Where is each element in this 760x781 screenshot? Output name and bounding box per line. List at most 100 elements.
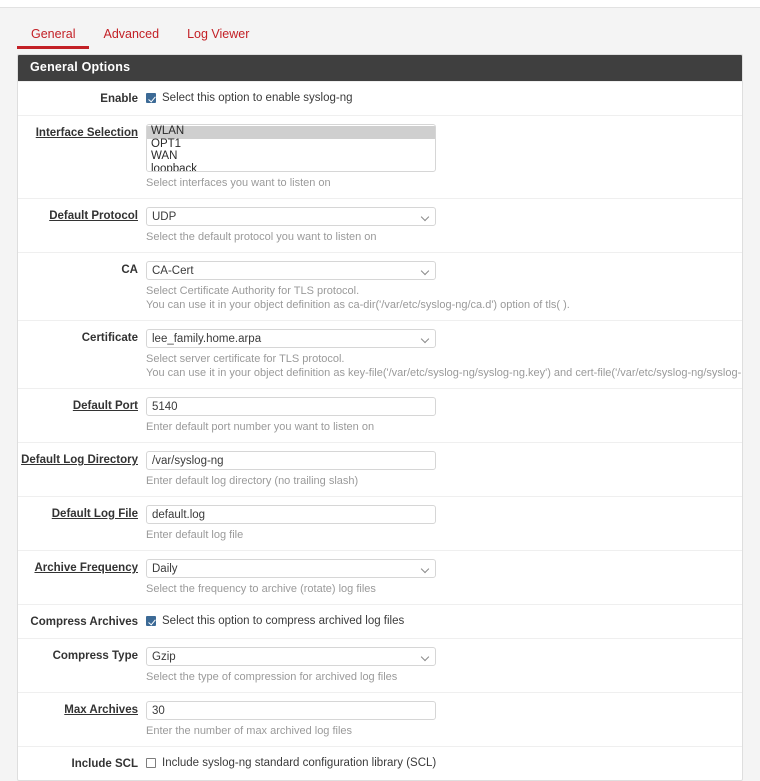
row-ca: CA CA-Cert Select Certificate Authority … (18, 252, 742, 320)
tab-log-viewer[interactable]: Log Viewer (173, 22, 263, 49)
control-default-log-file: Enter default log file (146, 505, 742, 542)
row-archive-frequency: Archive Frequency Daily Select the frequ… (18, 550, 742, 604)
tab-log-viewer-label: Log Viewer (187, 27, 250, 41)
compress-type-select[interactable]: Gzip (146, 647, 436, 666)
control-interface-selection: WLAN OPT1 WAN loopback Select interfaces… (146, 124, 742, 190)
label-default-log-directory-text: Default Log Directory (21, 454, 138, 466)
ca-select[interactable]: CA-Cert (146, 261, 436, 280)
default-log-directory-input[interactable] (146, 451, 436, 470)
compress-archives-checkbox[interactable] (146, 616, 156, 626)
control-include-scl: Include syslog-ng standard configuration… (146, 755, 742, 772)
label-default-protocol-text: Default Protocol (49, 210, 138, 222)
archive-frequency-select[interactable]: Daily (146, 559, 436, 578)
help-default-log-directory: Enter default log directory (no trailing… (146, 475, 359, 487)
default-protocol-select[interactable]: UDP (146, 207, 436, 226)
label-archive-frequency-text: Archive Frequency (34, 562, 138, 574)
label-interface-selection: Interface Selection (18, 124, 146, 190)
label-include-scl-text: Include SCL (71, 758, 138, 770)
row-compress-archives: Compress Archives Select this option to … (18, 604, 742, 638)
compress-archives-checkbox-label: Select this option to compress archived … (162, 615, 405, 627)
interface-selection-listbox[interactable]: WLAN OPT1 WAN loopback (146, 124, 436, 172)
list-item-wan[interactable]: WAN (147, 150, 435, 164)
chevron-down-icon (422, 654, 429, 661)
tab-bar: General Advanced Log Viewer (0, 9, 760, 49)
row-default-log-directory: Default Log Directory Enter default log … (18, 442, 742, 496)
list-item-loopback[interactable]: loopback (147, 163, 435, 171)
enable-checkbox[interactable] (146, 93, 156, 103)
compress-type-value: Gzip (152, 651, 176, 663)
list-item-opt1[interactable]: OPT1 (147, 138, 435, 152)
help-interface-selection: Select interfaces you want to listen on (146, 177, 331, 189)
help-default-protocol: Select the default protocol you want to … (146, 231, 377, 243)
label-certificate: Certificate (18, 329, 146, 380)
help-max-archives: Enter the number of max archived log fil… (146, 725, 353, 737)
row-interface-selection: Interface Selection WLAN OPT1 WAN loopba… (18, 115, 742, 198)
row-certificate: Certificate lee_family.home.arpa Select … (18, 320, 742, 388)
chevron-down-icon (422, 268, 429, 275)
row-max-archives: Max Archives Enter the number of max arc… (18, 692, 742, 746)
help-certificate-line1: Select server certificate for TLS protoc… (146, 353, 345, 365)
certificate-select[interactable]: lee_family.home.arpa (146, 329, 436, 348)
help-default-log-file: Enter default log file (146, 529, 244, 541)
row-default-protocol: Default Protocol UDP Select the default … (18, 198, 742, 252)
control-max-archives: Enter the number of max archived log fil… (146, 701, 742, 738)
enable-checkbox-label: Select this option to enable syslog-ng (162, 92, 353, 104)
include-scl-checkbox[interactable] (146, 758, 156, 768)
default-log-file-input[interactable] (146, 505, 436, 524)
label-compress-type-text: Compress Type (52, 650, 138, 662)
ca-value: CA-Cert (152, 265, 194, 277)
label-compress-archives: Compress Archives (18, 613, 146, 630)
help-compress-type: Select the type of compression for archi… (146, 671, 398, 683)
control-compress-archives: Select this option to compress archived … (146, 613, 742, 630)
control-enable: Select this option to enable syslog-ng (146, 90, 742, 107)
label-default-log-directory: Default Log Directory (18, 451, 146, 488)
help-archive-frequency: Select the frequency to archive (rotate)… (146, 583, 376, 595)
label-default-protocol: Default Protocol (18, 207, 146, 244)
help-ca-line1: Select Certificate Authority for TLS pro… (146, 285, 360, 297)
control-default-protocol: UDP Select the default protocol you want… (146, 207, 742, 244)
certificate-value: lee_family.home.arpa (152, 333, 262, 345)
chevron-down-icon (422, 336, 429, 343)
label-compress-type: Compress Type (18, 647, 146, 684)
label-archive-frequency: Archive Frequency (18, 559, 146, 596)
panel-title: General Options (18, 55, 742, 81)
label-default-log-file-text: Default Log File (51, 508, 138, 520)
row-include-scl: Include SCL Include syslog-ng standard c… (18, 746, 742, 780)
help-default-port: Enter default port number you want to li… (146, 421, 375, 433)
label-max-archives: Max Archives (18, 701, 146, 738)
max-archives-input[interactable] (146, 701, 436, 720)
label-default-log-file: Default Log File (18, 505, 146, 542)
chevron-down-icon (422, 214, 429, 221)
label-max-archives-text: Max Archives (64, 704, 138, 716)
archive-frequency-value: Daily (152, 563, 178, 575)
row-default-port: Default Port Enter default port number y… (18, 388, 742, 442)
row-default-log-file: Default Log File Enter default log file (18, 496, 742, 550)
row-compress-type: Compress Type Gzip Select the type of co… (18, 638, 742, 692)
default-protocol-value: UDP (152, 211, 177, 223)
label-ca: CA (18, 261, 146, 312)
label-include-scl: Include SCL (18, 755, 146, 772)
include-scl-checkbox-label: Include syslog-ng standard configuration… (162, 757, 437, 769)
label-certificate-text: Certificate (81, 332, 138, 344)
default-port-input[interactable] (146, 397, 436, 416)
label-default-port-text: Default Port (72, 400, 138, 412)
tab-general[interactable]: General (17, 22, 90, 49)
list-item-wlan[interactable]: WLAN (147, 125, 435, 139)
control-ca: CA-Cert Select Certificate Authority for… (146, 261, 742, 312)
control-certificate: lee_family.home.arpa Select server certi… (146, 329, 742, 380)
window-top-strip (0, 0, 760, 8)
tab-advanced[interactable]: Advanced (89, 22, 173, 49)
control-default-log-directory: Enter default log directory (no trailing… (146, 451, 742, 488)
label-enable: Enable (18, 90, 146, 107)
enable-checkbox-wrap[interactable]: Select this option to enable syslog-ng (146, 90, 732, 106)
compress-archives-checkbox-wrap[interactable]: Select this option to compress archived … (146, 613, 732, 629)
label-default-port: Default Port (18, 397, 146, 434)
control-compress-type: Gzip Select the type of compression for … (146, 647, 742, 684)
label-interface-selection-text: Interface Selection (35, 127, 138, 139)
include-scl-checkbox-wrap[interactable]: Include syslog-ng standard configuration… (146, 755, 732, 771)
label-compress-archives-text: Compress Archives (30, 616, 138, 628)
help-certificate-line2: You can use it in your object definition… (146, 367, 742, 379)
general-options-panel: General Options Enable Select this optio… (17, 54, 743, 781)
tab-advanced-label: Advanced (103, 27, 160, 41)
tab-general-label: General (31, 27, 76, 41)
